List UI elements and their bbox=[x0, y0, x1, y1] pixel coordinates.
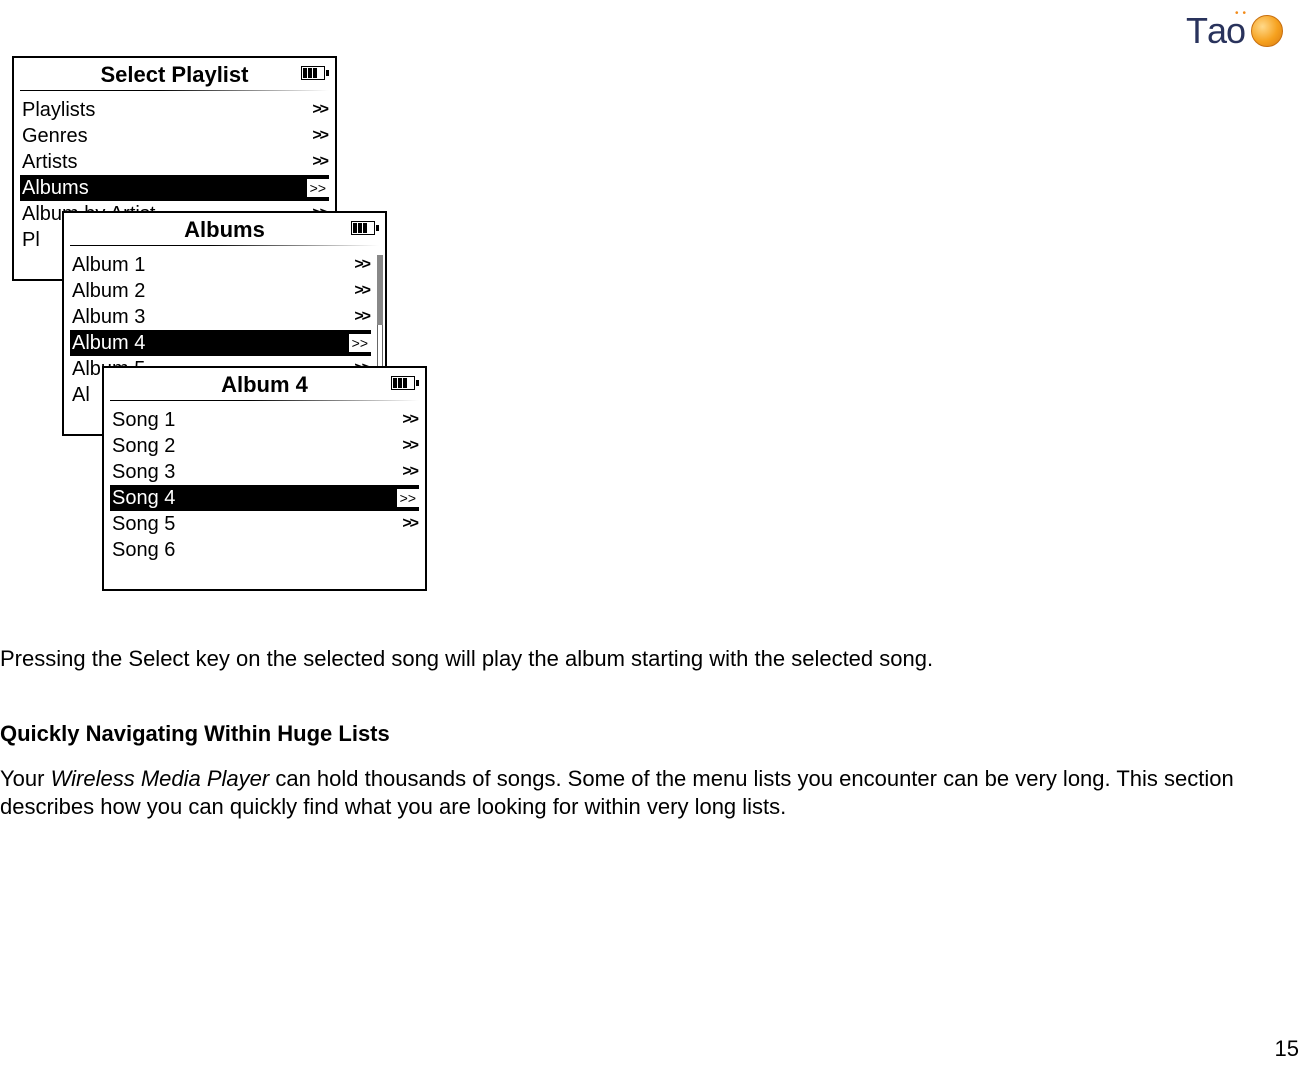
list-item[interactable]: Song 2>> bbox=[110, 433, 419, 459]
list-item[interactable]: Playlists>> bbox=[20, 97, 329, 123]
list-item-selected[interactable]: Albums>> bbox=[20, 175, 329, 201]
list-item[interactable]: Song 1>> bbox=[110, 407, 419, 433]
device-screens-cascade: Select Playlist Playlists>> Genres>> Art… bbox=[12, 56, 442, 616]
chevron-right-icon: >> bbox=[402, 459, 417, 485]
screen-title: Select Playlist bbox=[101, 62, 249, 88]
battery-icon bbox=[391, 376, 415, 390]
list-item[interactable]: Genres>> bbox=[20, 123, 329, 149]
title-separator bbox=[110, 400, 419, 401]
chevron-right-icon: >> bbox=[402, 407, 417, 433]
brand-logo: Ta••o bbox=[1186, 10, 1283, 52]
logo-text: Ta••o bbox=[1186, 10, 1245, 52]
list-item[interactable]: Artists>> bbox=[20, 149, 329, 175]
chevron-right-icon: >> bbox=[354, 252, 369, 278]
battery-icon bbox=[351, 221, 375, 235]
scrollbar-thumb[interactable] bbox=[377, 255, 383, 325]
chevron-right-icon: >> bbox=[312, 97, 327, 123]
title-separator bbox=[70, 245, 379, 246]
list-item[interactable]: Song 6 bbox=[110, 537, 419, 563]
logo-orb-icon bbox=[1251, 15, 1283, 47]
menu-list: Song 1>> Song 2>> Song 3>> Song 4>> Song… bbox=[110, 407, 419, 563]
title-separator bbox=[20, 90, 329, 91]
section-heading: Quickly Navigating Within Huge Lists bbox=[0, 720, 1293, 748]
list-item-selected[interactable]: Album 4>> bbox=[70, 330, 371, 356]
chevron-right-icon: >> bbox=[354, 278, 369, 304]
list-item-selected[interactable]: Song 4>> bbox=[110, 485, 419, 511]
chevron-right-icon: >> bbox=[312, 123, 327, 149]
chevron-right-icon: >> bbox=[402, 433, 417, 459]
chevron-right-icon: >> bbox=[307, 179, 329, 197]
screen-title: Albums bbox=[184, 217, 265, 243]
page-number: 15 bbox=[1275, 1036, 1299, 1062]
battery-icon bbox=[301, 66, 325, 80]
chevron-right-icon: >> bbox=[349, 334, 371, 352]
screen-album4: Album 4 Song 1>> Song 2>> Song 3>> Song … bbox=[102, 366, 427, 591]
screen-title: Album 4 bbox=[221, 372, 308, 398]
paragraph: Pressing the Select key on the selected … bbox=[0, 645, 1293, 673]
list-item[interactable]: Song 5>> bbox=[110, 511, 419, 537]
list-item[interactable]: Album 1>> bbox=[70, 252, 371, 278]
chevron-right-icon: >> bbox=[354, 304, 369, 330]
chevron-right-icon: >> bbox=[397, 489, 419, 507]
chevron-right-icon: >> bbox=[402, 511, 417, 537]
list-item[interactable]: Album 2>> bbox=[70, 278, 371, 304]
list-item[interactable]: Album 3>> bbox=[70, 304, 371, 330]
paragraph: Your Wireless Media Player can hold thou… bbox=[0, 765, 1293, 821]
chevron-right-icon: >> bbox=[312, 149, 327, 175]
list-item[interactable]: Song 3>> bbox=[110, 459, 419, 485]
